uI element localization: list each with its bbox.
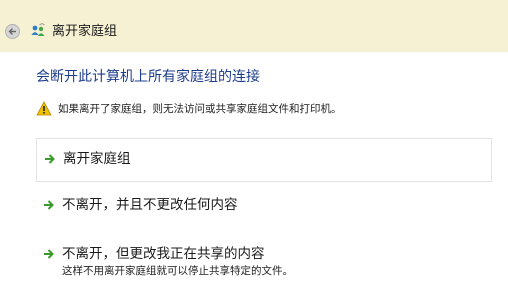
stay-change-sharing-option[interactable]: 不离开，但更改我正在共享的内容 这样不用离开家庭组就可以停止共享特定的文件。 <box>36 236 492 286</box>
option-label: 离开家庭组 <box>63 151 131 167</box>
green-arrow-icon <box>44 200 54 210</box>
leave-homegroup-option[interactable]: 离开家庭组 <box>36 138 492 182</box>
window-title: 离开家庭组 <box>52 24 118 39</box>
option-description: 这样不用离开家庭组就可以停止共享特定的文件。 <box>62 265 293 277</box>
green-arrow-icon <box>44 249 54 259</box>
back-arrow-icon <box>8 28 16 35</box>
green-arrow-icon <box>45 154 55 164</box>
back-button[interactable] <box>5 24 20 39</box>
option-label: 不离开，但更改我正在共享的内容 <box>62 246 265 262</box>
stay-no-change-option[interactable]: 不离开，并且不更改任何内容 <box>36 190 492 222</box>
warning-icon <box>36 101 52 116</box>
title-bar: 离开家庭组 <box>0 0 508 52</box>
warning-text: 如果离开了家庭组，则无法访问或共享家庭组文件和打印机。 <box>58 103 342 115</box>
page-headline: 会断开此计算机上所有家庭组的连接 <box>36 69 260 85</box>
homegroup-icon <box>31 23 45 36</box>
option-label: 不离开，并且不更改任何内容 <box>62 197 238 213</box>
